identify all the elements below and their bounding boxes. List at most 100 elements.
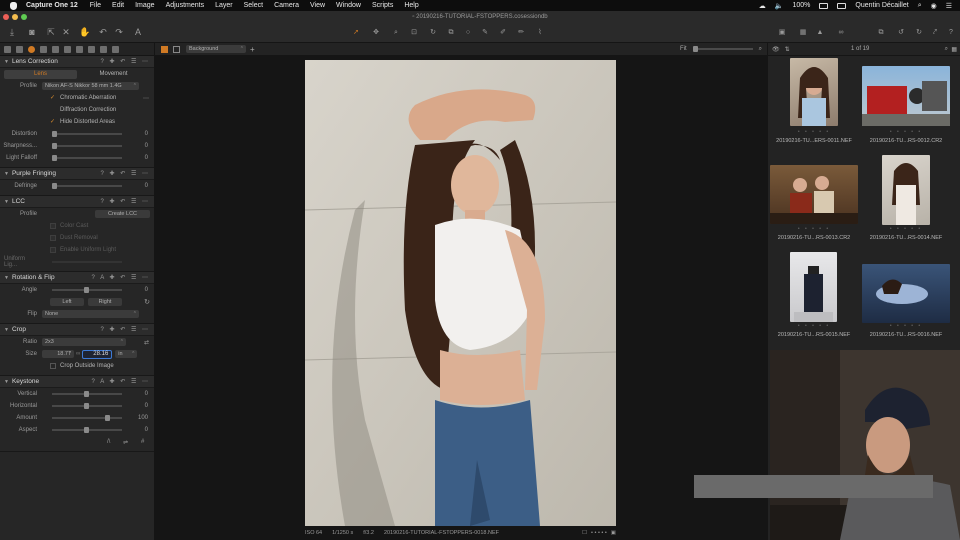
capture-tab-icon[interactable] <box>16 45 23 53</box>
rating-icon[interactable]: • • • • • <box>591 530 607 536</box>
keystone-header[interactable]: ▼ Keystone ? A ✚ ↶ ☰ ⋯ <box>0 376 154 388</box>
purple-fringing-header[interactable]: ▼ Purple Fringing ? ✚ ↶ ☰ ⋯ <box>0 168 154 180</box>
thumbnail-cell[interactable]: • • • • • 20190216-TU...RS-0014.NEF <box>860 153 952 249</box>
tab-movement[interactable]: Movement <box>77 70 150 79</box>
single-view-icon[interactable] <box>173 45 180 53</box>
hide-distorted-checkbox[interactable]: ✓ Hide Distorted Areas <box>50 119 115 125</box>
slider-value[interactable]: 0 <box>145 155 148 161</box>
keystone-tool-icon[interactable]: ⧉ <box>446 27 456 38</box>
battery-icon[interactable] <box>819 2 829 9</box>
trash-icon[interactable]: ✕ <box>61 27 71 38</box>
cursor-tool-icon[interactable]: ➚ <box>351 27 361 38</box>
sound-icon[interactable]: 🔈 <box>775 2 784 10</box>
aspect-slider[interactable] <box>52 427 122 433</box>
slider-knob[interactable] <box>84 403 89 409</box>
keystone-horizontal-icon[interactable]: ⇌ <box>123 439 128 446</box>
app-menu[interactable]: Capture One 12 <box>26 2 78 9</box>
gradient-tool-icon[interactable]: ✏ <box>516 27 526 38</box>
exposure-tab-icon[interactable] <box>52 45 59 53</box>
create-lcc-button[interactable]: Create LCC <box>95 210 150 218</box>
slider-value[interactable]: 0 <box>145 287 148 293</box>
user-name[interactable]: Quentin Décaillet <box>855 2 908 9</box>
eye-icon[interactable]: 👁 <box>772 46 780 53</box>
browser-search-icon[interactable]: ⌕ <box>945 46 948 53</box>
hand-icon[interactable]: ✋ <box>79 27 90 38</box>
sort-icon[interactable]: ⇅ <box>785 46 790 53</box>
display-icon[interactable] <box>837 2 847 9</box>
zoom-search-icon[interactable]: ⌕ <box>759 46 762 53</box>
menu-adjustments[interactable]: Adjustments <box>166 2 205 9</box>
siri-icon[interactable]: ◉ <box>931 2 937 10</box>
text-tool-icon[interactable]: A <box>133 27 143 38</box>
crop-outside-image-checkbox[interactable]: Crop Outside Image <box>50 363 114 369</box>
creative-cloud-icon[interactable]: ☁ <box>759 2 766 10</box>
thumbnail-cell[interactable]: • • • • • 20190216-TU...RS-0013.CR2 <box>768 153 860 249</box>
apply-icon[interactable]: ⤤ <box>930 27 940 38</box>
slider-value[interactable]: 0 <box>145 183 148 189</box>
slider-knob[interactable] <box>52 143 57 149</box>
zoom-window-button[interactable] <box>21 14 27 20</box>
menu-camera[interactable]: Camera <box>274 2 299 9</box>
section-tools-icon[interactable]: ? ✚ ↶ ☰ ⋯ <box>101 326 150 333</box>
collapse-icon[interactable]: ▼ <box>4 171 9 177</box>
slider-value[interactable]: 0 <box>145 143 148 149</box>
metadata-tab-icon[interactable] <box>88 45 95 53</box>
slider-knob[interactable] <box>84 287 89 293</box>
thumbnail-image[interactable] <box>770 165 858 224</box>
thumbnail-cell[interactable]: • • • • • 20190216-TU...RS-0016.NEF <box>860 250 952 346</box>
copy-adjustments-icon[interactable]: ⧉ <box>876 27 886 38</box>
slider-value[interactable]: 100 <box>138 415 148 421</box>
crop-width-input[interactable]: 18.77 <box>42 350 74 358</box>
slider-value[interactable]: 0 <box>145 427 148 433</box>
thumbnail-rating[interactable]: • • • • • <box>768 226 860 232</box>
distortion-slider[interactable] <box>52 131 122 137</box>
thumbnail-image[interactable] <box>882 155 930 225</box>
menu-select[interactable]: Select <box>244 2 263 9</box>
thumbnail-rating[interactable]: • • • • • <box>768 129 860 135</box>
color-cast-checkbox[interactable]: Color Cast <box>50 223 88 229</box>
uniform-light-slider[interactable] <box>52 261 122 263</box>
thumbnail-image[interactable] <box>790 58 838 126</box>
slider-knob[interactable] <box>105 415 110 421</box>
import-icon[interactable]: ⤓ <box>7 27 17 38</box>
section-tools-icon[interactable]: ? ✚ ↶ ☰ ⋯ <box>101 58 150 65</box>
color-tag-icon[interactable]: ▣ <box>611 530 616 536</box>
slider-knob[interactable] <box>52 131 57 137</box>
loupe-tool-icon[interactable]: ⌕ <box>391 27 401 38</box>
multi-view-icon[interactable] <box>161 45 168 53</box>
horizontal-slider[interactable] <box>52 403 122 409</box>
menu-scripts[interactable]: Scripts <box>372 2 393 9</box>
amount-slider[interactable] <box>52 415 122 421</box>
main-photo[interactable] <box>305 60 616 526</box>
library-tab-icon[interactable] <box>4 45 11 53</box>
checkbox-icon[interactable]: ☐ <box>582 530 587 536</box>
variant-select[interactable]: Background <box>186 45 246 53</box>
slider-value[interactable]: 0 <box>145 131 148 137</box>
crop-tool-icon[interactable]: ⊡ <box>409 27 419 38</box>
thumbnail-image[interactable] <box>862 66 950 126</box>
rotate-freehand-icon[interactable]: ↻ <box>144 298 150 306</box>
lens-profile-select[interactable]: Nikon AF-S Nikkor 58 mm 1.4G <box>42 82 139 90</box>
thumbnail-cell[interactable]: • • • • • 20190216-TU...RS-0012.CR2 <box>860 56 952 152</box>
thumbnail-rating[interactable]: • • • • • <box>860 129 952 135</box>
reset-icon[interactable]: ↺ <box>896 27 906 38</box>
viewer-icon[interactable]: ▦ <box>798 27 808 38</box>
section-tools-icon[interactable]: ? A ✚ ↶ ☰ ⋯ <box>92 274 150 281</box>
vertical-slider[interactable] <box>52 391 122 397</box>
slider-knob[interactable] <box>52 183 57 189</box>
reset-all-icon[interactable]: ↻ <box>914 27 924 38</box>
keystone-full-icon[interactable]: # <box>141 439 144 445</box>
menu-view[interactable]: View <box>310 2 325 9</box>
lcc-header[interactable]: ▼ LCC ? ✚ ↶ ☰ ⋯ <box>0 196 154 208</box>
thumbnail-rating[interactable]: • • • • • <box>768 323 860 329</box>
section-tools-icon[interactable]: ? ✚ ↶ ☰ ⋯ <box>101 198 150 205</box>
thumbnail-image[interactable] <box>862 264 950 323</box>
thumbnail-rating[interactable]: • • • • • <box>860 323 952 329</box>
batch-tab-icon[interactable] <box>112 45 119 53</box>
slider-knob[interactable] <box>52 155 57 161</box>
collapse-icon[interactable]: ▼ <box>4 379 9 385</box>
undo-icon[interactable]: ↶ <box>98 27 108 38</box>
zoom-slider[interactable] <box>692 46 753 52</box>
browser-view-icon[interactable]: ▦ <box>951 46 957 53</box>
rotate-tool-icon[interactable]: ↻ <box>428 27 438 38</box>
